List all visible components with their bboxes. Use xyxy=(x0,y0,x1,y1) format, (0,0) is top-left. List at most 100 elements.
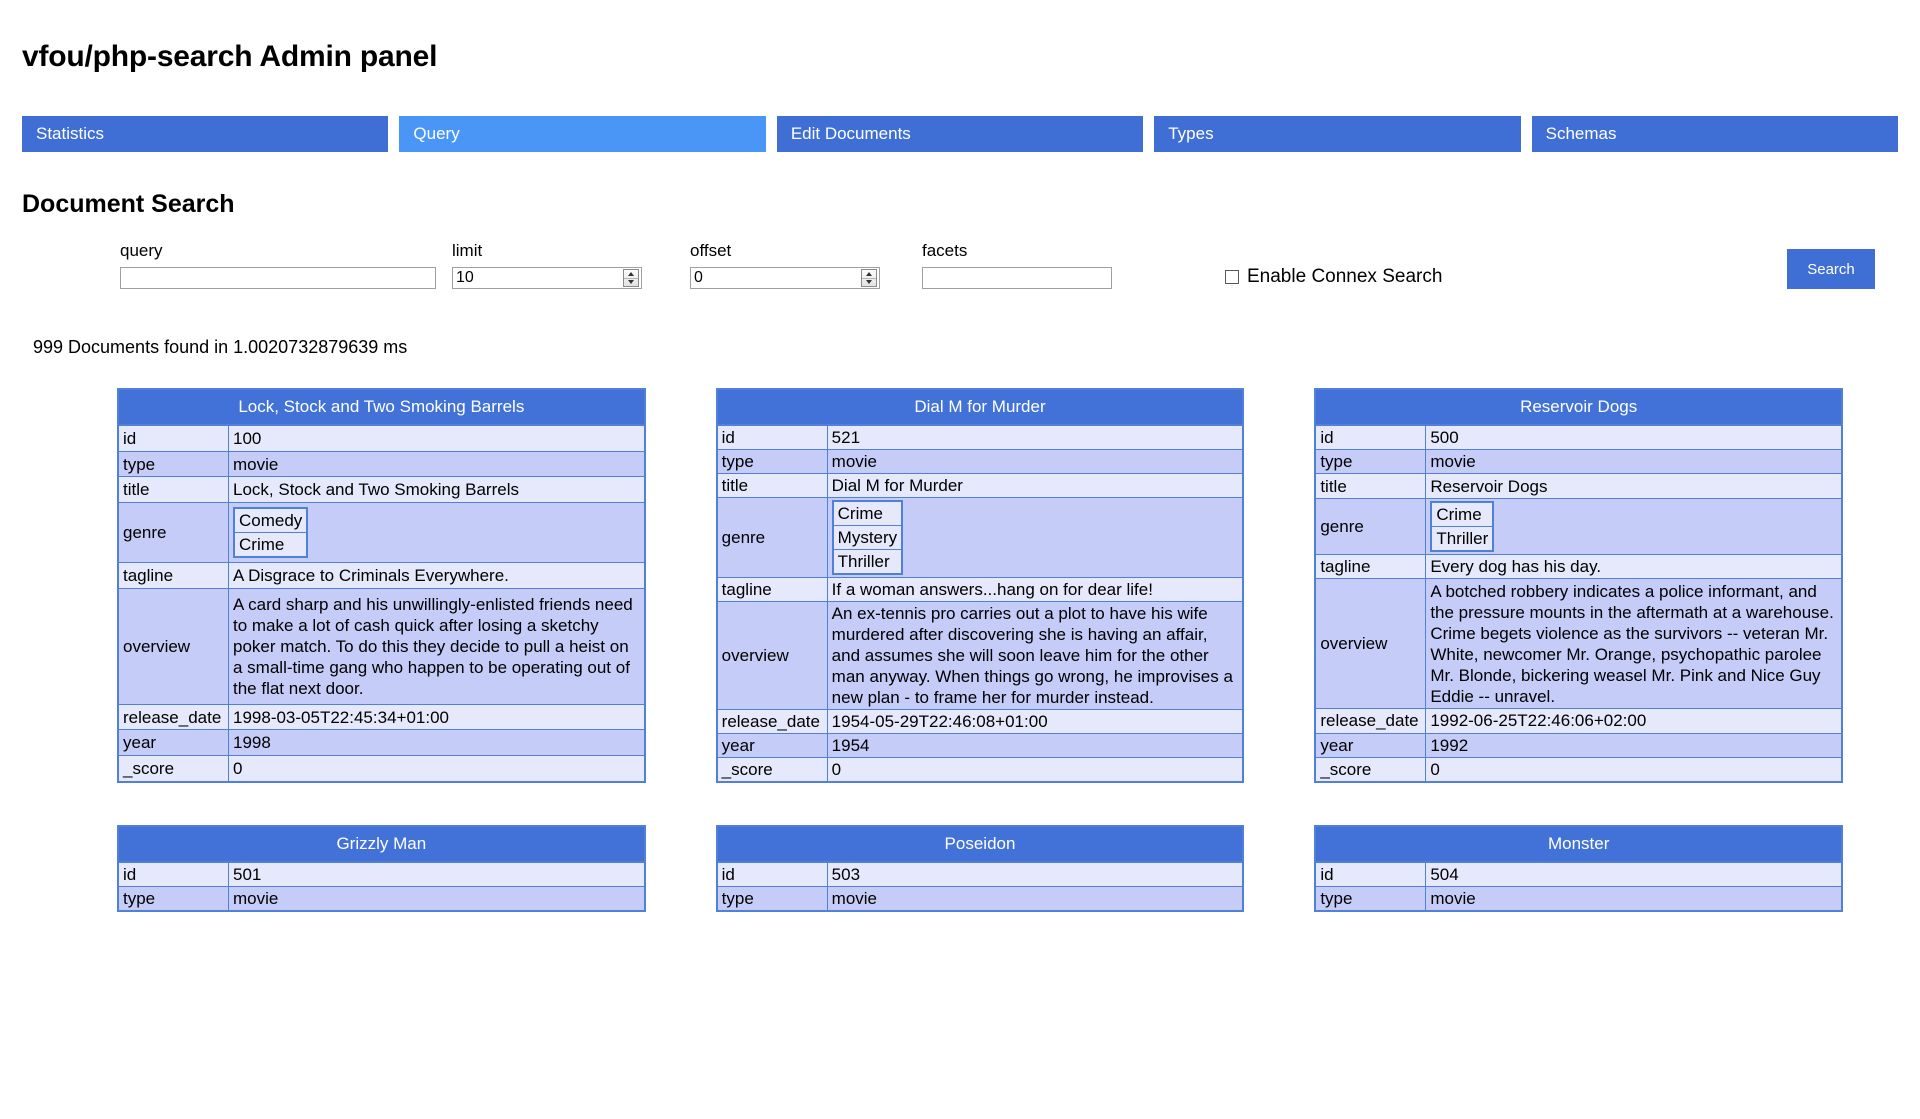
field-key: tagline xyxy=(1314,554,1427,580)
document-field-row: genre Comedy Crime xyxy=(117,502,646,564)
connex-search-toggle[interactable]: Enable Connex Search xyxy=(1225,266,1442,289)
tab-label: Edit Documents xyxy=(790,124,911,143)
document-field-row: id 521 xyxy=(716,424,1244,450)
chevron-up-icon xyxy=(866,271,872,276)
field-value: movie xyxy=(826,449,1244,474)
facets-input[interactable] xyxy=(922,267,1112,289)
document-field-row: type movie xyxy=(1314,886,1843,912)
limit-stepper[interactable] xyxy=(452,267,642,289)
field-key: genre xyxy=(716,497,828,578)
field-value: movie xyxy=(227,886,646,912)
field-value: 500 xyxy=(1425,424,1843,451)
document-card: Dial M for Murder id 521 type movie title Dial… xyxy=(715,388,1245,783)
connex-checkbox[interactable] xyxy=(1225,270,1239,284)
tab-label: Statistics xyxy=(36,124,105,143)
search-input[interactable] xyxy=(120,267,436,289)
field-value: A Disgrace to Criminals Everywhere. xyxy=(227,562,646,589)
list-item: Mystery xyxy=(832,525,903,550)
offset-spinner-up[interactable] xyxy=(862,270,876,278)
limit-spinner-down[interactable] xyxy=(624,277,638,287)
list-item-value: Crime xyxy=(832,500,903,526)
field-key: _score xyxy=(117,755,229,783)
document-card-title: Lock, Stock and Two Smoking Barrels xyxy=(117,388,646,424)
document-card-title: Poseidon xyxy=(715,825,1245,861)
field-key: id xyxy=(1314,424,1427,451)
document-field-row: release_date 1954-05-29T22:46:08+01:00 xyxy=(716,709,1244,734)
search-form: query limit offset xyxy=(22,241,1898,289)
chevron-down-icon xyxy=(866,280,872,285)
field-value: 521 xyxy=(826,424,1244,450)
field-value: 1992-06-25T22:46:06+02:00 xyxy=(1425,708,1843,734)
document-field-row: genre Crime Mystery Thriller xyxy=(716,497,1244,578)
limit-spinner-up[interactable] xyxy=(624,270,638,278)
section-title: Document Search xyxy=(22,190,235,218)
document-field-row: title Reservoir Dogs xyxy=(1314,473,1843,499)
field-value: 0 xyxy=(1425,756,1843,783)
document-field-row: type movie xyxy=(1314,449,1843,475)
field-value: Crime Mystery Thriller xyxy=(826,497,1244,578)
field-value: A card sharp and his unwillingly-enliste… xyxy=(227,587,646,705)
field-value: 0 xyxy=(227,755,646,783)
field-key: genre xyxy=(117,502,229,564)
document-card: Lock, Stock and Two Smoking Barrels id 100… xyxy=(117,388,646,783)
document-card-title: Reservoir Dogs xyxy=(1314,388,1843,424)
tab-schemas[interactable]: Schemas xyxy=(1531,116,1899,152)
field-value-list: Comedy Crime xyxy=(233,507,309,559)
field-key: year xyxy=(117,729,229,757)
list-item: Crime xyxy=(233,532,308,558)
result-count: 999 Documents found in 1.0020732879639 m… xyxy=(33,337,408,357)
limit-spinner[interactable] xyxy=(623,269,639,287)
field-query: query xyxy=(120,241,452,289)
field-value: 501 xyxy=(227,861,646,887)
offset-stepper[interactable] xyxy=(690,267,880,289)
offset-input[interactable] xyxy=(690,267,880,289)
list-item: Comedy xyxy=(233,507,308,534)
field-key: title xyxy=(117,476,229,504)
field-value-list: Crime Thriller xyxy=(1430,500,1495,552)
offset-label: offset xyxy=(690,241,732,260)
list-item-value: Thriller xyxy=(832,549,903,575)
document-field-row: title Dial M for Murder xyxy=(716,473,1244,498)
document-field-row: release_date 1998-03-05T22:45:34+01:00 xyxy=(117,703,646,731)
results-grid: Lock, Stock and Two Smoking Barrels id 100… xyxy=(22,388,1898,912)
document-field-row: type movie xyxy=(117,450,646,478)
limit-input[interactable] xyxy=(452,267,642,289)
field-key: id xyxy=(117,424,229,452)
tab-query[interactable]: Query xyxy=(399,116,766,152)
page-title: vfou/php-search Admin panel xyxy=(22,40,438,73)
list-item: Thriller xyxy=(832,549,903,575)
field-value: movie xyxy=(227,450,646,478)
field-key: release_date xyxy=(716,709,828,734)
offset-spinner[interactable] xyxy=(861,269,877,287)
field-key: title xyxy=(1314,473,1427,499)
field-key: type xyxy=(117,886,229,912)
field-value: movie xyxy=(1425,449,1843,475)
document-field-row: overview An ex-tennis pro carries out a p… xyxy=(716,601,1244,710)
document-field-row: type movie xyxy=(716,886,1244,912)
field-key: release_date xyxy=(117,703,229,731)
field-value: movie xyxy=(1425,886,1843,912)
field-key: _score xyxy=(716,757,828,783)
field-value: An ex-tennis pro carries out a plot to h… xyxy=(826,601,1244,710)
field-key: year xyxy=(716,733,828,758)
document-field-row: year 1998 xyxy=(117,729,646,757)
list-item-value: Crime xyxy=(1430,501,1494,527)
admin-page: vfou/php-search Admin panel Statistics Qu… xyxy=(0,0,1920,912)
document-field-row: tagline A Disgrace to Criminals Everywher… xyxy=(117,562,646,589)
offset-spinner-down[interactable] xyxy=(862,277,876,287)
search-button[interactable]: Search xyxy=(1787,249,1875,289)
document-field-row: tagline Every dog has his day. xyxy=(1314,554,1843,580)
document-field-row: tagline If a woman answers...hang on for … xyxy=(716,577,1244,602)
document-field-row: id 501 xyxy=(117,861,646,887)
tab-types[interactable]: Types xyxy=(1154,116,1521,152)
list-item-value: Mystery xyxy=(832,525,903,550)
document-field-row: type movie xyxy=(117,886,646,912)
tab-edit-documents[interactable]: Edit Documents xyxy=(776,116,1144,152)
tab-label: Types xyxy=(1168,124,1214,143)
field-value: Comedy Crime xyxy=(227,502,646,564)
field-value: 1998 xyxy=(227,729,646,757)
tab-statistics[interactable]: Statistics xyxy=(22,116,389,152)
field-offset: offset xyxy=(690,241,922,289)
list-item-value: Crime xyxy=(233,532,308,558)
field-key: id xyxy=(117,861,229,887)
